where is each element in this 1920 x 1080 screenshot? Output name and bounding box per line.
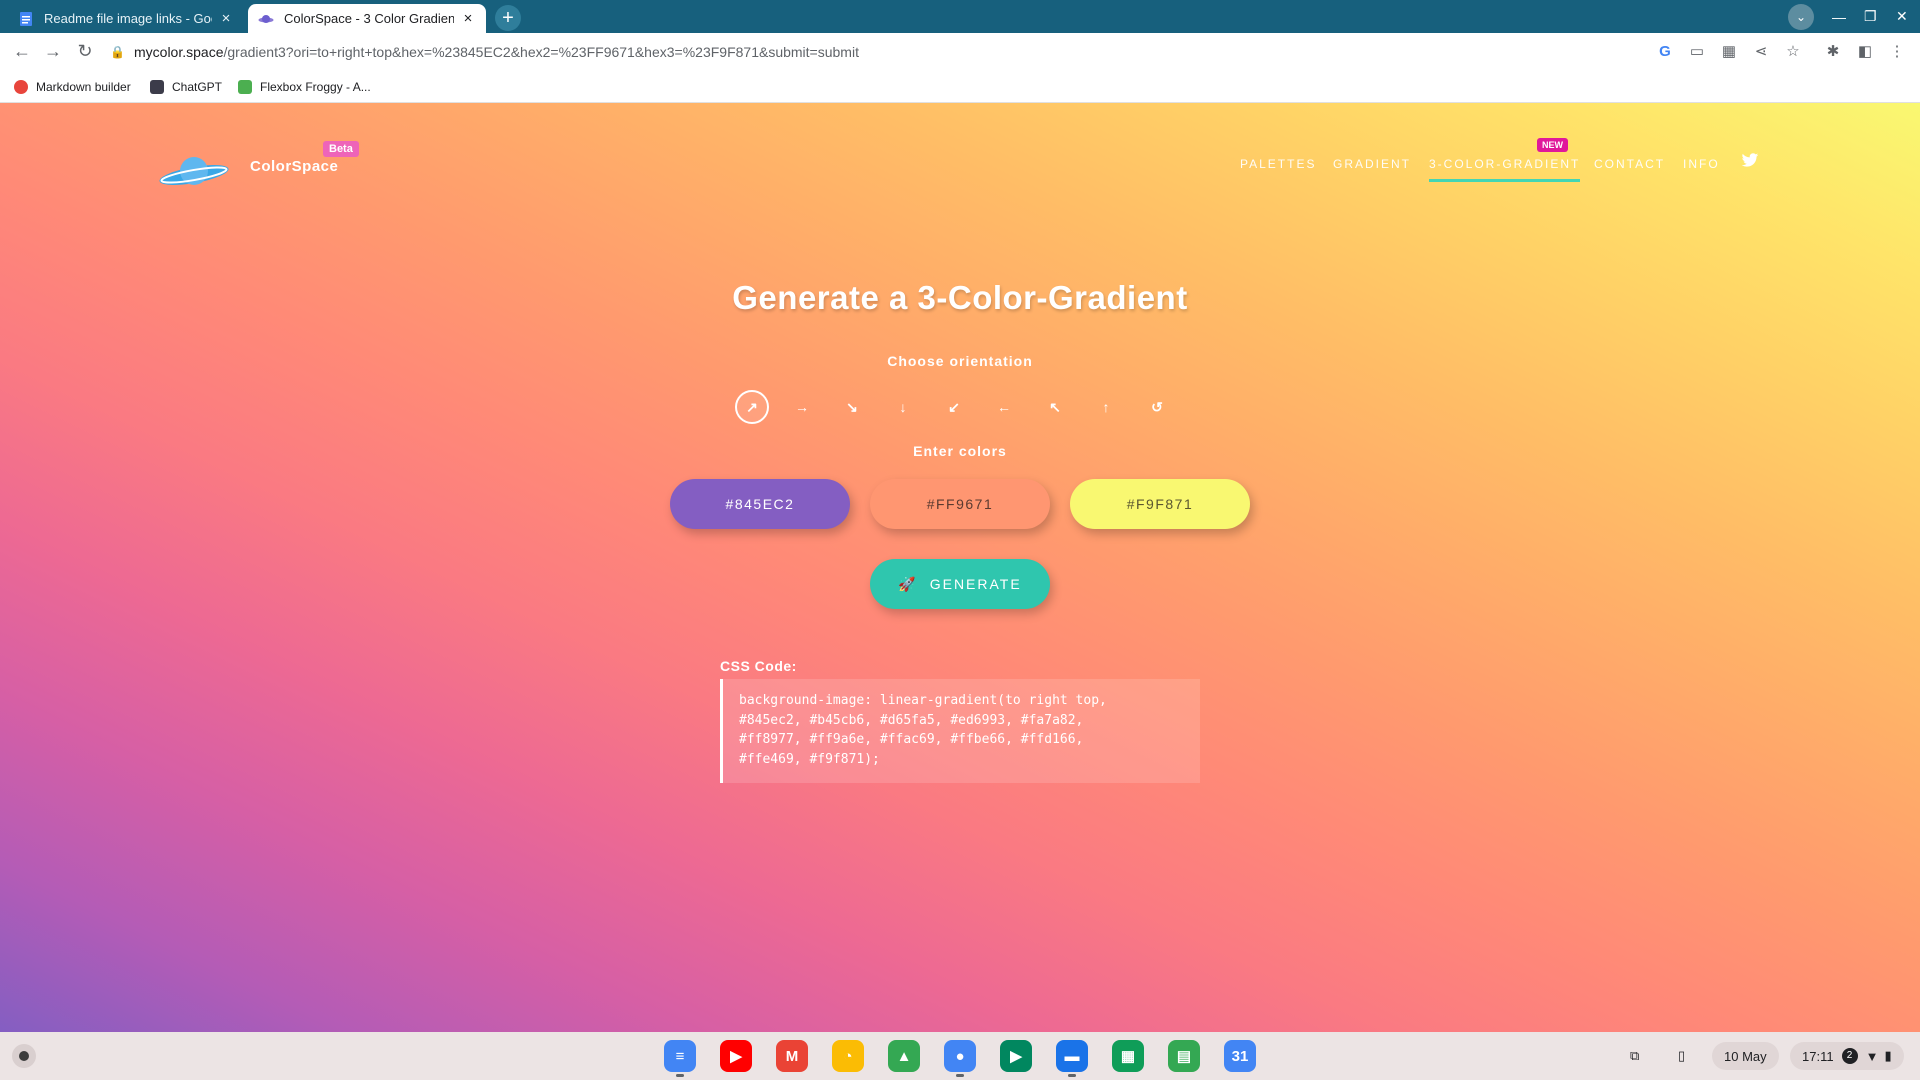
bookmark-label: ChatGPT <box>172 80 223 94</box>
address-bar[interactable]: 🔒 mycolor.space/gradient3?ori=to+right+t… <box>110 37 1670 66</box>
color-input-3[interactable]: #F9F871 <box>1070 479 1250 529</box>
docs-app-icon[interactable]: ≡ <box>664 1040 696 1072</box>
wifi-icon: ▼ <box>1865 1048 1879 1064</box>
new-tab-button[interactable]: + <box>495 5 521 31</box>
beta-badge: Beta <box>323 141 359 157</box>
bookmark-markdown-builder[interactable]: Markdown builder <box>14 77 131 97</box>
close-icon[interactable]: × <box>218 10 234 27</box>
colors-label: Enter colors <box>913 443 1007 459</box>
clock: 17:11 <box>1802 1048 1834 1064</box>
css-code-label: CSS Code: <box>720 658 797 674</box>
orientation-bottom-icon[interactable]: ↓ <box>886 390 920 424</box>
tab-search-icon[interactable]: ⌄ <box>1788 4 1814 30</box>
running-indicator <box>956 1074 964 1077</box>
tab-title: Readme file image links - Google <box>44 11 212 26</box>
battery-icon: ▮ <box>1884 1048 1892 1063</box>
gmail-app-icon[interactable]: M <box>776 1040 808 1072</box>
planet-logo-icon[interactable] <box>158 151 230 191</box>
orientation-top-icon[interactable]: ↑ <box>1089 390 1123 424</box>
lock-icon: 🔒 <box>110 44 125 59</box>
minimize-icon[interactable]: — <box>1832 0 1846 33</box>
planet-icon <box>258 14 274 23</box>
bookmark-label: Flexbox Froggy - A... <box>260 80 371 94</box>
docs-icon <box>20 11 32 26</box>
sheets-app-app-icon[interactable]: ▦ <box>1112 1040 1144 1072</box>
google-icon[interactable]: G <box>1655 41 1675 61</box>
brand-name[interactable]: ColorSpace <box>250 158 338 175</box>
date-display[interactable]: 10 May <box>1712 1042 1779 1070</box>
browser-toolbar: ← → ↻ 🔒 mycolor.space/gradient3?ori=to+r… <box>0 33 1920 70</box>
extensions-icon[interactable]: ✱ <box>1823 41 1843 61</box>
nav-gradient[interactable]: GRADIENT <box>1333 157 1411 171</box>
page-title: Generate a 3-Color-Gradient <box>732 279 1188 316</box>
running-indicator <box>676 1074 684 1077</box>
page-content: ColorSpace Beta PALETTES GRADIENT 3-COLO… <box>0 103 1920 1032</box>
color-input-1[interactable]: #845EC2 <box>670 479 850 529</box>
orientation-radial-icon[interactable]: ↺ <box>1140 390 1174 424</box>
play-store-app-icon[interactable]: ▶ <box>1000 1040 1032 1072</box>
nav-contact[interactable]: CONTACT <box>1594 157 1665 171</box>
share-icon[interactable]: ⋖ <box>1751 41 1771 61</box>
cast-icon[interactable]: ▭ <box>1687 41 1707 61</box>
qr-icon[interactable]: ▦ <box>1719 41 1739 61</box>
nav-3-color-gradient[interactable]: 3-COLOR-GRADIENT <box>1429 157 1581 182</box>
chatgpt-icon <box>150 80 164 94</box>
sheets-app-icon[interactable]: ▤ <box>1168 1040 1200 1072</box>
calendar-app-icon[interactable]: 31 <box>1224 1040 1256 1072</box>
tab-strip: Readme file image links - Google × Color… <box>0 0 1920 33</box>
close-window-icon[interactable]: ✕ <box>1896 0 1908 33</box>
color-input-2[interactable]: #FF9671 <box>870 479 1050 529</box>
tab-readme[interactable]: Readme file image links - Google × <box>8 4 244 33</box>
menu-icon[interactable]: ⋮ <box>1887 41 1907 61</box>
generate-button[interactable]: 🚀 GENERATE <box>870 559 1050 609</box>
rocket-icon: 🚀 <box>898 575 918 592</box>
bookmarks-bar: Markdown builder ChatGPT Flexbox Froggy … <box>0 70 1920 103</box>
files-app-icon[interactable]: ▬ <box>1056 1040 1088 1072</box>
generate-label: GENERATE <box>929 576 1022 592</box>
frog-icon <box>238 80 252 94</box>
twitter-icon[interactable] <box>1741 153 1759 168</box>
bookmark-star-icon[interactable]: ☆ <box>1783 41 1803 61</box>
markdown-icon <box>14 80 28 94</box>
orientation-right-top-icon[interactable]: ↗ <box>735 390 769 424</box>
forward-icon[interactable]: → <box>41 39 65 63</box>
orientation-right-bottom-icon[interactable]: ↘ <box>835 390 869 424</box>
notification-count-badge: 2 <box>1841 1048 1858 1064</box>
orientation-left-bottom-icon[interactable]: ↙ <box>937 390 971 424</box>
orientation-left-top-icon[interactable]: ↖ <box>1038 390 1072 424</box>
os-shelf: ≡ ▶ M ◔ ▲ ● ▶ ▬ ▦ ▤ 31 ⧉ ▯ 10 May 17:11 2 ▼ ▮ <box>0 1032 1920 1080</box>
drive-app-icon[interactable]: ▲ <box>888 1040 920 1072</box>
close-icon[interactable]: × <box>460 10 476 27</box>
status-area[interactable]: 17:11 2 ▼ ▮ <box>1790 1042 1904 1070</box>
photos-app-icon[interactable]: ◔ <box>832 1040 864 1072</box>
reload-icon[interactable]: ↻ <box>73 39 97 63</box>
orientation-right-icon[interactable]: → <box>785 390 819 424</box>
restore-icon[interactable]: ❐ <box>1864 0 1877 33</box>
url-domain: mycolor.space <box>134 43 224 60</box>
launcher-icon[interactable] <box>12 1044 36 1068</box>
bookmark-flexbox-froggy[interactable]: Flexbox Froggy - A... <box>238 77 371 97</box>
running-indicator <box>1068 1074 1076 1077</box>
screenshot-tray-icon[interactable]: ⧉ <box>1630 1042 1639 1070</box>
chrome-app-icon[interactable]: ● <box>944 1040 976 1072</box>
bookmark-chatgpt[interactable]: ChatGPT <box>150 77 222 97</box>
orientation-label: Choose orientation <box>887 353 1033 369</box>
bookmark-label: Markdown builder <box>36 80 131 94</box>
css-code-output[interactable]: background-image: linear-gradient(to rig… <box>720 679 1200 783</box>
tab-colorspace[interactable]: ColorSpace - 3 Color Gradient × <box>248 4 486 33</box>
back-icon[interactable]: ← <box>10 39 34 63</box>
nav-info[interactable]: INFO <box>1683 157 1720 171</box>
side-panel-icon[interactable]: ◧ <box>1855 41 1875 61</box>
youtube-app-icon[interactable]: ▶ <box>720 1040 752 1072</box>
orientation-left-icon[interactable]: ← <box>987 390 1021 424</box>
nav-palettes[interactable]: PALETTES <box>1240 157 1316 171</box>
new-badge: NEW <box>1537 138 1568 152</box>
phone-hub-icon[interactable]: ▯ <box>1678 1042 1685 1070</box>
url-path: /gradient3?ori=to+right+top&hex=%23845EC… <box>223 43 859 60</box>
tab-title: ColorSpace - 3 Color Gradient <box>284 11 454 26</box>
